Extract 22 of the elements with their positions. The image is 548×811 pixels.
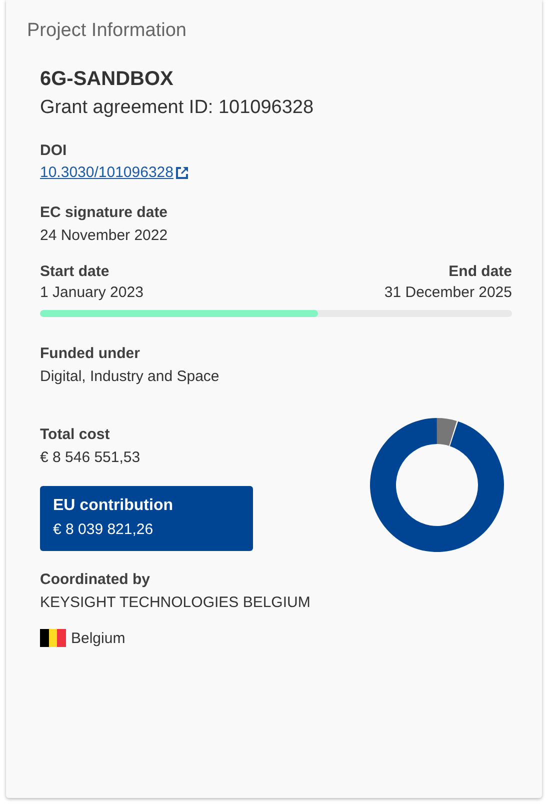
flag-icon <box>40 629 66 647</box>
field-label: Total cost <box>40 426 111 443</box>
field-label: EU contribution <box>53 497 174 515</box>
field-label: End date <box>448 263 512 280</box>
field-label: Coordinated by <box>40 571 152 588</box>
field-label: Start date <box>40 263 110 280</box>
field-label: Funded under <box>40 345 141 362</box>
field-value: 1 January 2023 <box>40 284 144 301</box>
field-value: € 8 039 821,26 <box>53 521 154 538</box>
coordinator-name: KEYSIGHT TECHNOLOGIES BELGIUM <box>40 594 312 611</box>
field-value: 31 December 2025 <box>384 284 512 301</box>
field-value: 24 November 2022 <box>40 227 169 244</box>
field-label: DOI <box>40 142 68 159</box>
grant-id: Grant agreement ID: 101096328 <box>40 97 315 119</box>
doi-link[interactable]: 10.3030/101096328 <box>40 164 174 181</box>
field-label: EC signature date <box>40 204 169 221</box>
panel-title: Project Information <box>27 20 188 42</box>
field-value: Digital, Industry and Space <box>40 368 220 385</box>
field-value: € 8 546 551,53 <box>40 449 142 466</box>
project-acronym: 6G-SANDBOX <box>40 68 174 91</box>
country-name: Belgium <box>71 630 126 646</box>
external-link-icon <box>175 166 190 180</box>
